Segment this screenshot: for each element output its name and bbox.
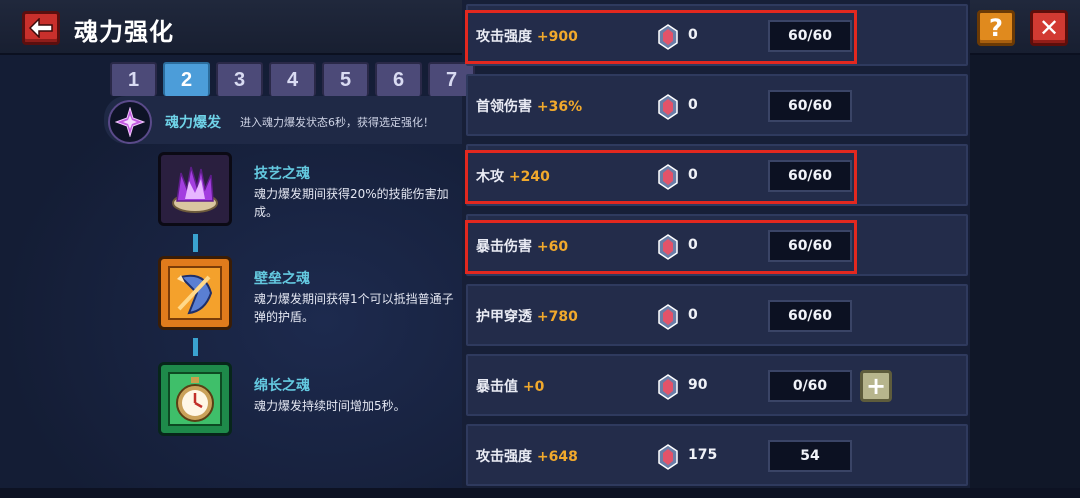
stat-row-attack-power-2[interactable]: 攻击强度 +648 175 54 — [466, 424, 968, 486]
stat-bonus: +240 — [508, 169, 550, 185]
stat-row-crit-damage[interactable]: 暴击伤害 +60 0 60/60 — [466, 214, 968, 276]
gem-count: 0 — [688, 167, 698, 183]
right-margin — [970, 55, 1080, 498]
stat-bonus: +780 — [536, 309, 578, 325]
soul-gem-icon — [658, 94, 678, 120]
gem-count: 90 — [688, 377, 708, 393]
soul-gem-icon — [658, 164, 678, 190]
bottom-bar — [0, 488, 1080, 498]
skill-name-2: 壁垒之魂 — [254, 271, 310, 287]
soul-gem-icon — [658, 234, 678, 260]
crystal-flame-icon[interactable] — [158, 152, 232, 226]
tab-4[interactable]: 4 — [269, 62, 316, 96]
level-value: 60/60 — [768, 230, 852, 262]
skill-description-2: 魂力爆发期间获得1个可以抵挡普通子弹的护盾。 — [254, 292, 454, 324]
burst-description: 进入魂力爆发状态6秒，获得选定强化！ — [240, 116, 434, 129]
tab-2[interactable]: 2 — [163, 62, 210, 96]
tab-5[interactable]: 5 — [322, 62, 369, 96]
stat-bonus: +648 — [536, 449, 578, 465]
level-value: 60/60 — [768, 160, 852, 192]
stat-label: 攻击强度 +900 — [476, 26, 578, 46]
tab-6[interactable]: 6 — [375, 62, 422, 96]
gem-count: 0 — [688, 237, 698, 253]
level-value: 54 — [768, 440, 852, 472]
stat-label: 攻击强度 +648 — [476, 446, 578, 466]
tab-3[interactable]: 3 — [216, 62, 263, 96]
close-icon: ✕ — [1038, 14, 1060, 42]
stat-label: 木攻 +240 — [476, 166, 550, 186]
upgrade-plus-button[interactable]: + — [860, 370, 892, 402]
shield-icon[interactable] — [158, 256, 232, 330]
stat-bonus: +60 — [536, 239, 569, 255]
level-value: 60/60 — [768, 90, 852, 122]
stat-bonus: +36% — [536, 99, 583, 115]
soul-gem-icon — [658, 444, 678, 470]
page-title: 魂力强化 — [74, 18, 174, 46]
skill-name-1: 技艺之魂 — [254, 166, 310, 182]
tab-1[interactable]: 1 — [110, 62, 157, 96]
skill-description-1: 魂力爆发期间获得20%的技能伤害加成。 — [254, 187, 449, 219]
skill-description-3: 魂力爆发持续时间增加5秒。 — [254, 399, 406, 413]
stat-bonus: +0 — [522, 379, 545, 395]
soul-gem-icon — [658, 374, 678, 400]
stat-label: 暴击值 +0 — [476, 376, 544, 396]
stat-row-boss-damage[interactable]: 首领伤害 +36% 0 60/60 — [466, 74, 968, 136]
burst-star-icon — [108, 100, 152, 144]
arrow-left-icon — [29, 18, 53, 38]
stat-name: 暴击伤害 — [476, 239, 532, 255]
level-value: 0/60 — [768, 370, 852, 402]
stat-label: 暴击伤害 +60 — [476, 236, 568, 256]
level-value: 60/60 — [768, 20, 852, 52]
stat-name: 木攻 — [476, 169, 504, 185]
stat-name: 首领伤害 — [476, 99, 532, 115]
stat-label: 护甲穿透 +780 — [476, 306, 578, 326]
question-icon: ? — [989, 14, 1003, 42]
gem-count: 0 — [688, 307, 698, 323]
gem-count: 175 — [688, 447, 718, 463]
skill-connector — [193, 338, 198, 356]
burst-name: 魂力爆发 — [165, 115, 221, 131]
stat-row-crit-value[interactable]: 暴击值 +0 90 0/60 + — [466, 354, 968, 416]
stat-label: 首领伤害 +36% — [476, 96, 582, 116]
stopwatch-icon[interactable] — [158, 362, 232, 436]
skill-name-3: 绵长之魂 — [254, 378, 310, 394]
gem-count: 0 — [688, 97, 698, 113]
stat-name: 护甲穿透 — [476, 309, 532, 325]
stat-name: 暴击值 — [476, 379, 518, 395]
stat-row-attack-power[interactable]: 攻击强度 +900 0 60/60 — [466, 4, 968, 66]
stat-row-armor-penetration[interactable]: 护甲穿透 +780 0 60/60 — [466, 284, 968, 346]
stat-row-wood-attack[interactable]: 木攻 +240 0 60/60 — [466, 144, 968, 206]
help-button[interactable]: ? — [977, 10, 1015, 46]
level-value: 60/60 — [768, 300, 852, 332]
stat-name: 攻击强度 — [476, 449, 532, 465]
skill-connector — [193, 234, 198, 252]
back-button[interactable] — [22, 11, 60, 45]
gem-count: 0 — [688, 27, 698, 43]
page-tabs: 1 2 3 4 5 6 7 — [110, 62, 475, 96]
soul-gem-icon — [658, 304, 678, 330]
stat-bonus: +900 — [536, 29, 578, 45]
soul-gem-icon — [658, 24, 678, 50]
stat-name: 攻击强度 — [476, 29, 532, 45]
plus-icon: + — [865, 372, 887, 400]
close-button[interactable]: ✕ — [1030, 10, 1068, 46]
